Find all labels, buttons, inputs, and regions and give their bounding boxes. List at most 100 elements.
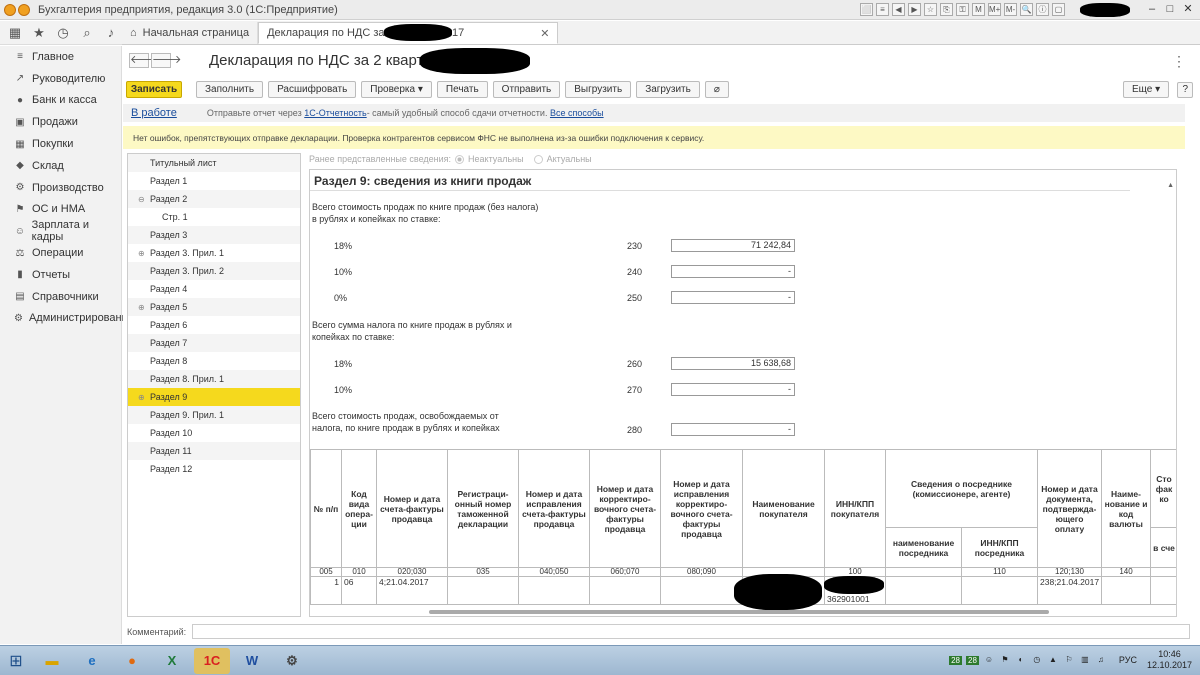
toolbar-icon[interactable]: ⬜ — [860, 3, 873, 16]
toolbar-icon[interactable]: ▢ — [1052, 3, 1065, 16]
scrollbar-thumb[interactable] — [429, 610, 1049, 614]
tree-item[interactable]: Раздел 4 — [128, 280, 300, 298]
amount-field-270[interactable]: - — [671, 383, 795, 396]
tree-item[interactable]: Титульный лист — [128, 154, 300, 172]
send-button[interactable]: Отправить — [492, 81, 561, 98]
tray-icon[interactable]: ☺ — [983, 654, 995, 666]
volume-icon[interactable]: ♫ — [1095, 654, 1107, 666]
flag-icon[interactable]: ⚐ — [1063, 654, 1075, 666]
tab-home[interactable]: ⌂ Начальная страница — [122, 22, 259, 44]
amount-field-230[interactable]: 71 242,84 — [671, 239, 795, 252]
amount-field-260[interactable]: 15 638,68 — [671, 357, 795, 370]
save-button[interactable]: Записать — [126, 81, 182, 98]
tray-icon[interactable]: ▲ — [1047, 654, 1059, 666]
history-icon[interactable]: ◷ — [56, 25, 70, 41]
tray-icon[interactable]: ◐ — [1015, 654, 1027, 666]
tree-item[interactable]: ⊕ Раздел 5 — [128, 298, 300, 316]
expand-icon[interactable]: ⊖ — [138, 195, 145, 204]
network-icon[interactable]: ▥ — [1079, 654, 1091, 666]
table-cell[interactable] — [885, 576, 962, 605]
amount-field-250[interactable]: - — [671, 291, 795, 304]
sidebar-item[interactable]: ↗ Руководителю — [0, 68, 121, 90]
import-button[interactable]: Загрузить — [636, 81, 700, 98]
tray-icon[interactable]: ◷ — [1031, 654, 1043, 666]
tree-item[interactable]: Раздел 7 — [128, 334, 300, 352]
back-button[interactable]: 🡐 — [129, 53, 160, 68]
tree-item[interactable]: Раздел 6 — [128, 316, 300, 334]
tree-item[interactable]: ⊖ Раздел 2 — [128, 190, 300, 208]
start-button[interactable]: ⊞ — [2, 647, 30, 675]
table-cell[interactable] — [961, 576, 1038, 605]
control-panel-taskbar-button[interactable]: ⚙ — [274, 648, 310, 674]
comment-field[interactable] — [192, 624, 1191, 639]
close-icon[interactable]: ✕ — [540, 27, 549, 40]
fill-button[interactable]: Заполнить — [196, 81, 264, 98]
excel-taskbar-button[interactable]: X — [154, 648, 190, 674]
more-dropdown[interactable]: Еще ▾ — [1123, 81, 1170, 98]
clock[interactable]: 10:46 12.10.2017 — [1147, 649, 1192, 671]
table-cell[interactable]: 238;21.04.2017 — [1037, 576, 1102, 605]
tree-item[interactable]: ⊕ Раздел 9 — [128, 388, 300, 406]
toolbar-icon[interactable]: ≡ — [876, 3, 889, 16]
sidebar-item[interactable]: ● Банк и касса — [0, 90, 121, 112]
language-indicator[interactable]: РУС — [1119, 655, 1137, 665]
table-cell[interactable] — [589, 576, 661, 605]
toolbar-icon[interactable]: ⎘ — [940, 3, 953, 16]
toolbar-icon[interactable]: 🔍 — [1020, 3, 1033, 16]
tray-badge[interactable]: 28 — [966, 655, 979, 665]
amount-field-280[interactable]: - — [671, 423, 795, 436]
explorer-taskbar-button[interactable]: ▬ — [34, 648, 70, 674]
table-cell[interactable] — [660, 576, 743, 605]
minimize-icon[interactable]: – — [1144, 2, 1160, 17]
sidebar-item[interactable]: ≡ Главное — [0, 46, 121, 68]
table-cell[interactable] — [518, 576, 590, 605]
tree-item[interactable]: ⊕ Раздел 3. Прил. 1 — [128, 244, 300, 262]
radio-relevant[interactable] — [533, 154, 543, 164]
toolbar-icon[interactable]: ▶ — [908, 3, 921, 16]
table-cell[interactable] — [447, 576, 519, 605]
ie-taskbar-button[interactable]: e — [74, 648, 110, 674]
help-icon[interactable]: ? — [1177, 82, 1194, 98]
toolbar-icon[interactable]: ◀ — [892, 3, 905, 16]
sidebar-item[interactable]: ▦ Покупки — [0, 133, 121, 155]
tree-item[interactable]: Раздел 12 — [128, 460, 300, 478]
1c-taskbar-button[interactable]: 1C — [194, 647, 230, 674]
close-icon[interactable]: ✕ — [1180, 2, 1196, 17]
tree-item[interactable]: Стр. 1 — [128, 208, 300, 226]
bell-icon[interactable]: ♪ — [104, 25, 118, 40]
sidebar-item[interactable]: ▮ Отчеты — [0, 264, 121, 286]
toolbar-icon[interactable]: M — [972, 3, 985, 16]
export-button[interactable]: Выгрузить — [565, 81, 632, 98]
grid-menu-icon[interactable]: ▦ — [8, 25, 22, 41]
tree-item[interactable]: Раздел 8 — [128, 352, 300, 370]
app-menu-icons[interactable] — [4, 3, 30, 16]
sidebar-item[interactable]: ⚙ Производство — [0, 177, 121, 199]
tree-item[interactable]: Раздел 3. Прил. 2 — [128, 262, 300, 280]
all-methods-link[interactable]: Все способы — [550, 108, 604, 118]
sidebar-item[interactable]: ☺ Зарплата и кадры — [0, 219, 121, 243]
tray-badge[interactable]: 28 — [949, 655, 963, 665]
tree-item[interactable]: Раздел 9. Прил. 1 — [128, 406, 300, 424]
maximize-icon[interactable]: □ — [1162, 2, 1178, 17]
expand-icon[interactable]: ⊕ — [138, 303, 145, 312]
horizontal-scrollbar[interactable] — [309, 608, 1177, 616]
sidebar-item[interactable]: ⚖ Операции — [0, 242, 121, 264]
toolbar-icon[interactable]: ☆ — [924, 3, 937, 16]
tree-item[interactable]: Раздел 3 — [128, 226, 300, 244]
sidebar-item[interactable]: ⚑ ОС и НМА — [0, 199, 121, 221]
tree-item[interactable]: Раздел 10 — [128, 424, 300, 442]
app-menu-icon[interactable] — [18, 3, 30, 16]
table-cell[interactable] — [1150, 576, 1176, 605]
reporting-link[interactable]: 1С-Отчетность — [304, 108, 366, 118]
table-cell[interactable]: 1 — [310, 576, 342, 605]
toolbar-icon[interactable]: M- — [1004, 3, 1017, 16]
toolbar-icon[interactable]: ⚿ — [956, 3, 969, 16]
table-cell[interactable]: 06 — [341, 576, 377, 605]
sidebar-item[interactable]: ⚙ Администрирование — [0, 308, 134, 330]
forward-button[interactable]: 🡒 — [151, 53, 182, 68]
check-dropdown[interactable]: Проверка ▾ — [361, 81, 432, 98]
table-cell[interactable]: 4;21.04.2017 — [376, 576, 448, 605]
expand-icon[interactable]: ⊕ — [138, 249, 145, 258]
amount-field-240[interactable]: - — [671, 265, 795, 278]
sidebar-item[interactable]: ▤ Справочники — [0, 286, 121, 308]
